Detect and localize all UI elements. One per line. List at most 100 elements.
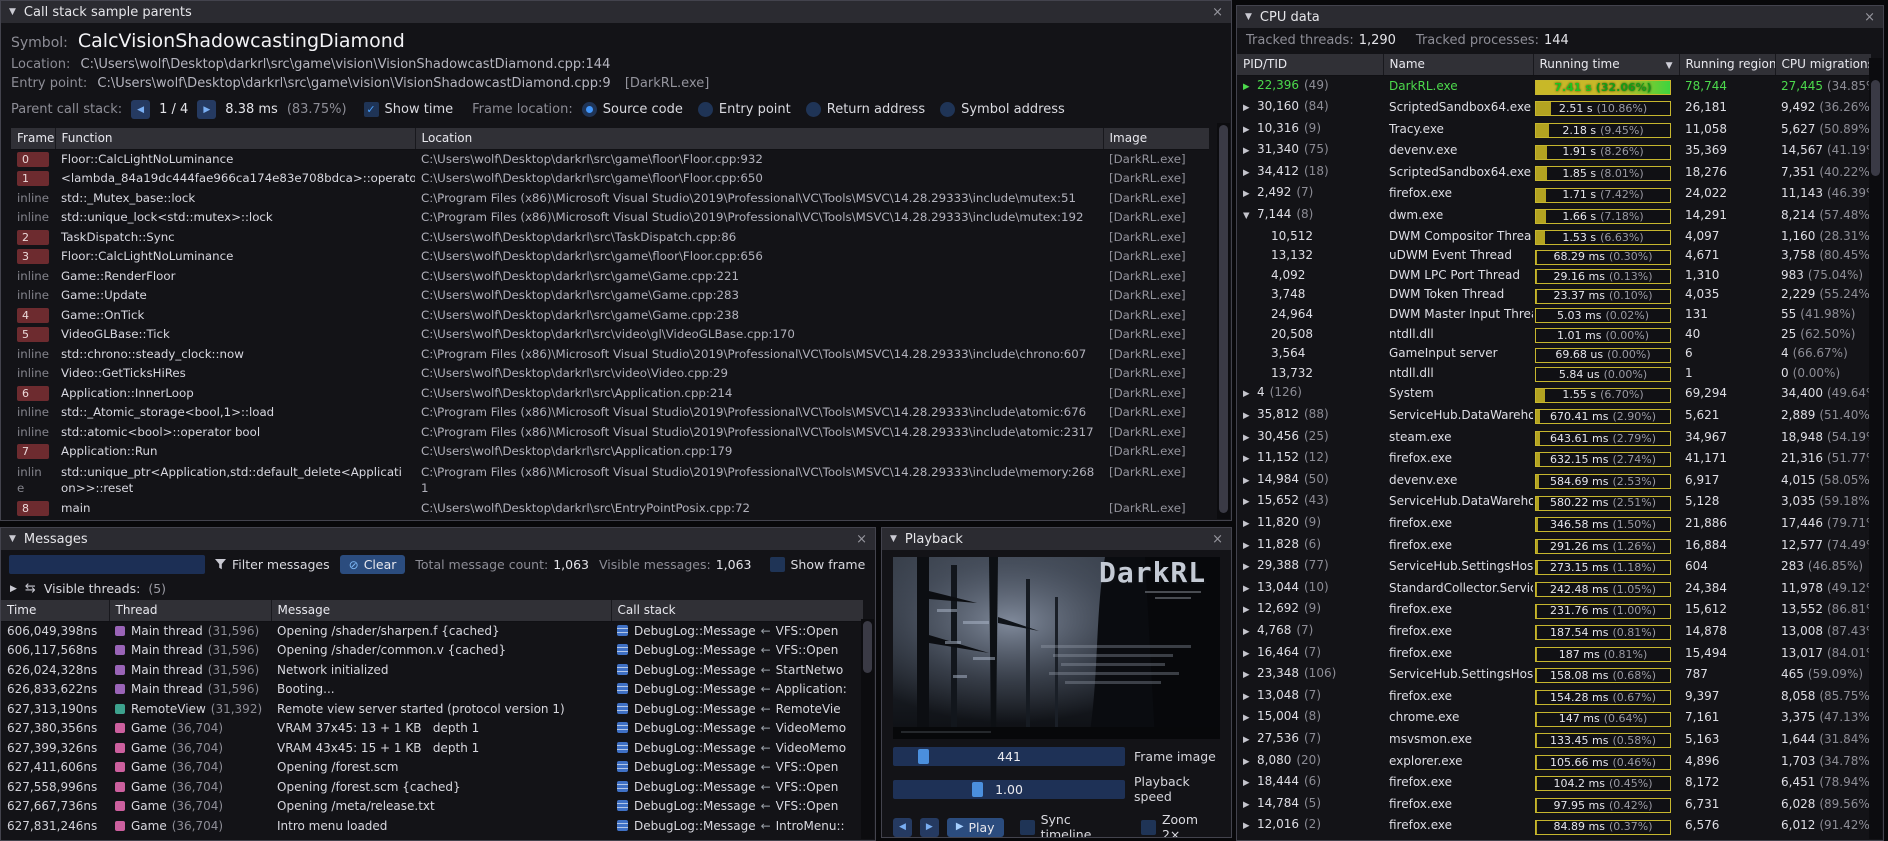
callstack-frame-row[interactable]: inline std::unique_ptr<Application,std::… — [11, 462, 1209, 499]
cpu-process-row[interactable]: 13,732 ntdll.dll 5.84 us(0.00%) 1 0(0.00… — [1237, 364, 1871, 384]
collapse-arrow-icon[interactable]: ▼ — [9, 534, 16, 544]
zoom-2x-checkbox[interactable]: Zoom 2× — [1141, 812, 1220, 838]
frame-location-radio[interactable]: Symbol address — [940, 102, 1065, 117]
close-icon[interactable]: × — [1212, 533, 1223, 546]
scrollbar-thumb[interactable] — [863, 621, 872, 673]
message-callstack[interactable]: DebugLog::Message←VFS::Open — [611, 641, 863, 661]
collapse-arrow-icon[interactable]: ▼ — [9, 7, 16, 17]
message-row[interactable]: 626,833,622ns Main thread(31,596) Bootin… — [1, 680, 863, 700]
expand-icon[interactable]: ▶ — [1243, 601, 1257, 621]
callstack-frame-row[interactable]: 6 Application::InnerLoop C:\Users\wolf\D… — [11, 384, 1209, 404]
message-row[interactable]: 606,117,568ns Main thread(31,596) Openin… — [1, 641, 863, 661]
cpu-process-row[interactable]: ▶4(126) System 1.55 s(6.70%) 69,294 34,4… — [1237, 383, 1871, 405]
close-icon[interactable]: × — [856, 533, 867, 546]
callstack-frame-row[interactable]: 3 Floor::CalcLightNoLuminance C:\Users\w… — [11, 247, 1209, 267]
expand-icon[interactable]: ▶ — [1243, 385, 1257, 405]
cpu-process-row[interactable]: ▶35,812(88) ServiceHub.DataWareho 670.41… — [1237, 405, 1871, 427]
callstack-frame-row[interactable]: 8 main C:\Users\wolf\Desktop\darkrl\src\… — [11, 499, 1209, 519]
cpu-titlebar[interactable]: ▼ CPU data × — [1237, 6, 1883, 28]
message-row[interactable]: 627,831,246ns Game(36,704) Intro menu lo… — [1, 817, 863, 837]
frame-image-slider[interactable]: 441 — [893, 747, 1125, 766]
expand-icon[interactable]: ▶ — [1243, 142, 1257, 162]
cpu-process-row[interactable]: ▶23,348(106) ServiceHub.SettingsHost 158… — [1237, 664, 1871, 686]
callstack-doc-icon[interactable] — [617, 703, 628, 714]
show-time-checkbox[interactable]: ✓ Show time — [364, 102, 454, 117]
show-frame-checkbox[interactable]: Show frame — [770, 557, 866, 572]
callstack-doc-icon[interactable] — [617, 683, 628, 694]
cpu-process-row[interactable]: 3,564 GameInput server 69.68 us(0.00%) 6… — [1237, 344, 1871, 364]
callstack-frame-row[interactable]: 2 TaskDispatch::Sync C:\Users\wolf\Deskt… — [11, 228, 1209, 248]
callstack-frame-row[interactable]: inline std::atomic<bool>::operator bool … — [11, 423, 1209, 443]
messages-titlebar[interactable]: ▼ Messages × — [1, 528, 875, 550]
expand-icon[interactable]: ▶ — [1243, 515, 1257, 535]
scrollbar-thumb[interactable] — [1219, 125, 1228, 513]
playback-titlebar[interactable]: ▼ Playback × — [882, 528, 1231, 550]
callstack-doc-icon[interactable] — [617, 722, 628, 733]
playback-speed-slider[interactable]: 1.00 — [893, 780, 1125, 799]
callstack-doc-icon[interactable] — [617, 664, 628, 675]
cpu-process-row[interactable]: ▶16,464(7) firefox.exe 187 ms(0.81%) 15,… — [1237, 643, 1871, 665]
cpu-process-row[interactable]: ▶1,488(10) csrss.exe 83.74 ms(0.36%) 3,6… — [1237, 837, 1871, 840]
cpu-process-row[interactable]: ▶12,692(9) firefox.exe 231.76 ms(1.00%) … — [1237, 599, 1871, 621]
visible-threads-header[interactable]: ▶ ⇆ Visible threads: (5) — [1, 579, 875, 600]
prev-frame-button[interactable]: ◀ — [893, 818, 912, 837]
expand-icon[interactable]: ▶ — [1243, 645, 1257, 665]
message-callstack[interactable]: DebugLog::Message←VFS::Open — [611, 778, 863, 798]
cpu-process-row[interactable]: ▶11,152(12) firefox.exe 632.15 ms(2.74%)… — [1237, 448, 1871, 470]
expand-icon[interactable]: ▼ — [1243, 207, 1257, 227]
message-row[interactable]: 627,558,996ns Game(36,704) Opening /fore… — [1, 778, 863, 798]
cpu-process-row[interactable]: ▶15,004(8) chrome.exe 147 ms(0.64%) 7,16… — [1237, 707, 1871, 729]
message-callstack[interactable]: DebugLog::Message←StartNetwo — [611, 661, 863, 681]
expand-icon[interactable]: ▶ — [1243, 450, 1257, 470]
cpu-process-row[interactable]: 20,508 ntdll.dll 1.01 ms(0.00%) 40 25(62… — [1237, 325, 1871, 345]
cpu-process-row[interactable]: 4,092 DWM LPC Port Thread 29.16 ms(0.13%… — [1237, 266, 1871, 286]
cpu-process-row[interactable]: ▶31,340(75) devenv.exe 1.91 s(8.26%) 35,… — [1237, 140, 1871, 162]
cpu-process-row[interactable]: ▶13,044(10) StandardCollector.Servic 242… — [1237, 578, 1871, 600]
cpu-process-row[interactable]: ▶14,984(50) devenv.exe 584.69 ms(2.53%) … — [1237, 470, 1871, 492]
cpu-process-row[interactable]: ▶29,388(77) ServiceHub.SettingsHost 273.… — [1237, 556, 1871, 578]
cpu-process-row[interactable]: 13,132 uDWM Event Thread 68.29 ms(0.30%)… — [1237, 246, 1871, 266]
expand-icon[interactable]: ▶ — [1243, 774, 1257, 794]
callstack-frame-row[interactable]: inline std::_Mutex_base::lock C:\Program… — [11, 189, 1209, 209]
expand-icon[interactable]: ▶ — [1243, 429, 1257, 449]
message-row[interactable]: 627,667,736ns Game(36,704) Opening /meta… — [1, 797, 863, 817]
sync-timeline-checkbox[interactable]: Sync timeline — [1020, 812, 1125, 838]
callstack-frame-row[interactable]: 4 Game::OnTick C:\Users\wolf\Desktop\dar… — [11, 306, 1209, 326]
next-parent-button[interactable]: ▶ — [197, 100, 216, 119]
collapse-arrow-icon[interactable]: ▼ — [890, 534, 897, 544]
cpu-process-row[interactable]: ▶2,492(7) firefox.exe 1.71 s(7.42%) 24,0… — [1237, 183, 1871, 205]
expand-icon[interactable]: ▶ — [1243, 731, 1257, 751]
callstack-frame-row[interactable]: 1 <lambda_84a19dc444fae966ca174e83e708bd… — [11, 169, 1209, 189]
callstack-titlebar[interactable]: ▼ Call stack sample parents × — [1, 1, 1231, 23]
callstack-doc-icon[interactable] — [617, 820, 628, 831]
cpu-process-row[interactable]: ▶10,316(9) Tracy.exe 2.18 s(9.45%) 11,05… — [1237, 119, 1871, 141]
expand-icon[interactable]: ▶ — [1243, 580, 1257, 600]
callstack-doc-icon[interactable] — [617, 781, 628, 792]
expand-icon[interactable]: ▶ — [1243, 185, 1257, 205]
expand-icon[interactable]: ▶ — [1243, 666, 1257, 686]
cpu-process-row[interactable]: ▶22,396(49) DarkRL.exe 7.41 s(32.06%) 78… — [1237, 75, 1871, 97]
frame-location-radio[interactable]: Source code — [582, 102, 683, 117]
expand-icon[interactable]: ▶ — [1243, 709, 1257, 729]
cpu-process-row[interactable]: ▶4,768(7) firefox.exe 187.54 ms(0.81%) 1… — [1237, 621, 1871, 643]
message-callstack[interactable]: DebugLog::Message←IntroMenu:: — [611, 817, 863, 837]
message-filter-input[interactable] — [9, 555, 205, 574]
cpu-process-row[interactable]: ▶8,080(20) explorer.exe 105.66 ms(0.46%)… — [1237, 751, 1871, 773]
cpu-process-row[interactable]: 3,748 DWM Token Thread 23.37 ms(0.10%) 4… — [1237, 285, 1871, 305]
cpu-process-row[interactable]: ▶12,016(2) firefox.exe 84.89 ms(0.37%) 6… — [1237, 815, 1871, 837]
callstack-frame-row[interactable]: inline invoke_main d:\agent\_work\63\s\s… — [11, 518, 1209, 520]
col-header-name[interactable]: Name — [1383, 54, 1533, 75]
callstack-frame-row[interactable]: inline std::unique_lock<std::mutex>::loc… — [11, 208, 1209, 228]
callstack-frame-row[interactable]: 7 Application::Run C:\Users\wolf\Desktop… — [11, 442, 1209, 462]
cpu-process-row[interactable]: ▶11,820(9) firefox.exe 346.58 ms(1.50%) … — [1237, 513, 1871, 535]
expand-icon[interactable]: ▶ — [1243, 558, 1257, 578]
callstack-frame-row[interactable]: inline Game::RenderFloor C:\Users\wolf\D… — [11, 267, 1209, 287]
callstack-doc-icon[interactable] — [617, 644, 628, 655]
clear-button[interactable]: ⊘ Clear — [340, 555, 406, 574]
col-header-running-regions[interactable]: Running regions — [1679, 54, 1775, 75]
callstack-doc-icon[interactable] — [617, 625, 628, 636]
cpu-scrollbar[interactable] — [1869, 58, 1882, 839]
cpu-process-row[interactable]: ▶34,412(18) ScriptedSandbox64.exe 1.85 s… — [1237, 162, 1871, 184]
cpu-process-row[interactable]: ▶13,048(7) firefox.exe 154.28 ms(0.67%) … — [1237, 686, 1871, 708]
message-row[interactable]: 627,380,356ns Game(36,704) VRAM 37x45: 1… — [1, 719, 863, 739]
